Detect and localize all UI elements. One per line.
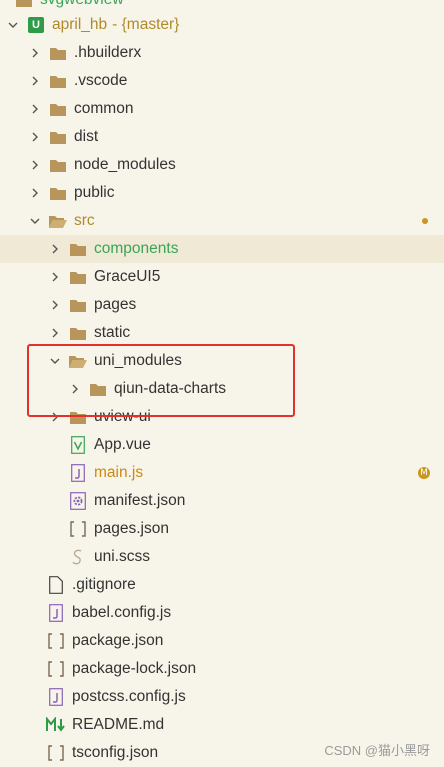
gear-icon [68,491,88,511]
folder-icon [48,127,68,147]
scss-file-icon [68,547,88,567]
folder-icon [48,155,68,175]
tree-item-label: .vscode [74,72,128,89]
tree-item-label: package-lock.json [72,660,197,677]
folder-icon [68,323,88,343]
project-name: april_hb [52,16,108,33]
folder-open-icon [48,211,68,231]
tree-item-graceui5[interactable]: GraceUI5 [0,263,444,291]
tree-item-dist[interactable]: dist [0,123,444,151]
tree-item-label: README.md [72,716,165,733]
js-file-icon [46,687,66,707]
project-root[interactable]: U april_hb - {master} [0,11,444,39]
tree-item-postcss-config-js[interactable]: postcss.config.js [0,683,444,711]
tree-item-main-js[interactable]: main.js M [0,459,444,487]
tree-item-label: common [74,100,134,117]
tree-item-label: package.json [72,632,164,649]
tree-item-vscode[interactable]: .vscode [0,67,444,95]
folder-icon [48,183,68,203]
folder-icon [14,0,34,10]
tree-item-label: babel.config.js [72,604,172,621]
tree-item-label: postcss.config.js [72,688,186,705]
project-branch: - {master} [112,16,180,33]
markdown-icon [46,715,66,735]
tree-item-readme-md[interactable]: README.md [0,711,444,739]
modified-badge: M [418,467,430,479]
tree-item-uni-scss[interactable]: uni.scss [0,543,444,571]
uniapp-project-icon: U [26,15,46,35]
tree-item-gitignore[interactable]: .gitignore [0,571,444,599]
tree-item-package-json[interactable]: package.json [0,627,444,655]
folder-icon [48,71,68,91]
folder-icon [68,267,88,287]
js-file-icon [68,463,88,483]
tree-item-components[interactable]: components [0,235,444,263]
folder-icon [48,43,68,63]
tree-item-label: GraceUI5 [94,268,161,285]
tree-item-label: uni.scss [94,548,150,565]
tree-item-label: .gitignore [72,576,136,593]
tree-item-label: pages [94,296,137,313]
modified-dot [422,218,428,224]
tree-item-label: dist [74,128,99,145]
chevron-down-icon[interactable] [6,18,20,32]
tree-item-label: src [74,212,95,229]
tree-item-label: manifest.json [94,492,186,509]
tree-item-pages-json[interactable]: pages.json [0,515,444,543]
folder-icon [68,239,88,259]
tree-item-babel-config-js[interactable]: babel.config.js [0,599,444,627]
tree-item-hbuilderx[interactable]: .hbuilderx [0,39,444,67]
chevron-right-icon[interactable] [28,46,42,60]
tree-item-common[interactable]: common [0,95,444,123]
tree-item-app-vue[interactable]: App.vue [0,431,444,459]
tree-item-label: node_modules [74,156,176,173]
js-file-icon [46,603,66,623]
chevron-right-icon[interactable] [28,186,42,200]
json-file-icon [46,631,66,651]
tree-item-package-lock-json[interactable]: package-lock.json [0,655,444,683]
tree-item-pages[interactable]: pages [0,291,444,319]
tree-item-label: components [94,240,179,257]
vue-file-icon [68,435,88,455]
tree-item-node-modules[interactable]: node_modules [0,151,444,179]
chevron-right-icon[interactable] [28,158,42,172]
watermark: CSDN @猫小黑呀 [324,743,430,758]
tree-item-label: App.vue [94,436,151,453]
chevron-right-icon[interactable] [28,102,42,116]
tree-item-label: .hbuilderx [74,44,142,61]
folder-icon [48,99,68,119]
json-file-icon [46,659,66,679]
chevron-right-icon[interactable] [48,298,62,312]
tree-item-label: static [94,324,131,341]
folder-icon [68,295,88,315]
tree-item-label: tsconfig.json [72,744,159,761]
tree-item-label: pages.json [94,520,169,537]
file-icon [46,575,66,595]
chevron-right-icon[interactable] [48,242,62,256]
chevron-right-icon[interactable] [28,130,42,144]
tree-item-static[interactable]: static [0,319,444,347]
tree-item-public[interactable]: public [0,179,444,207]
json-file-icon [68,519,88,539]
chevron-right-icon[interactable] [28,74,42,88]
tree-item-label: main.js [94,464,144,481]
tree-item-manifest-json[interactable]: manifest.json [0,487,444,515]
chevron-down-icon[interactable] [28,214,42,228]
highlight-box [27,344,295,417]
chevron-right-icon[interactable] [48,326,62,340]
chevron-right-icon[interactable] [48,270,62,284]
tree-item-label: public [74,184,115,201]
tree-item-src[interactable]: src [0,207,444,235]
json-file-icon [46,743,66,763]
